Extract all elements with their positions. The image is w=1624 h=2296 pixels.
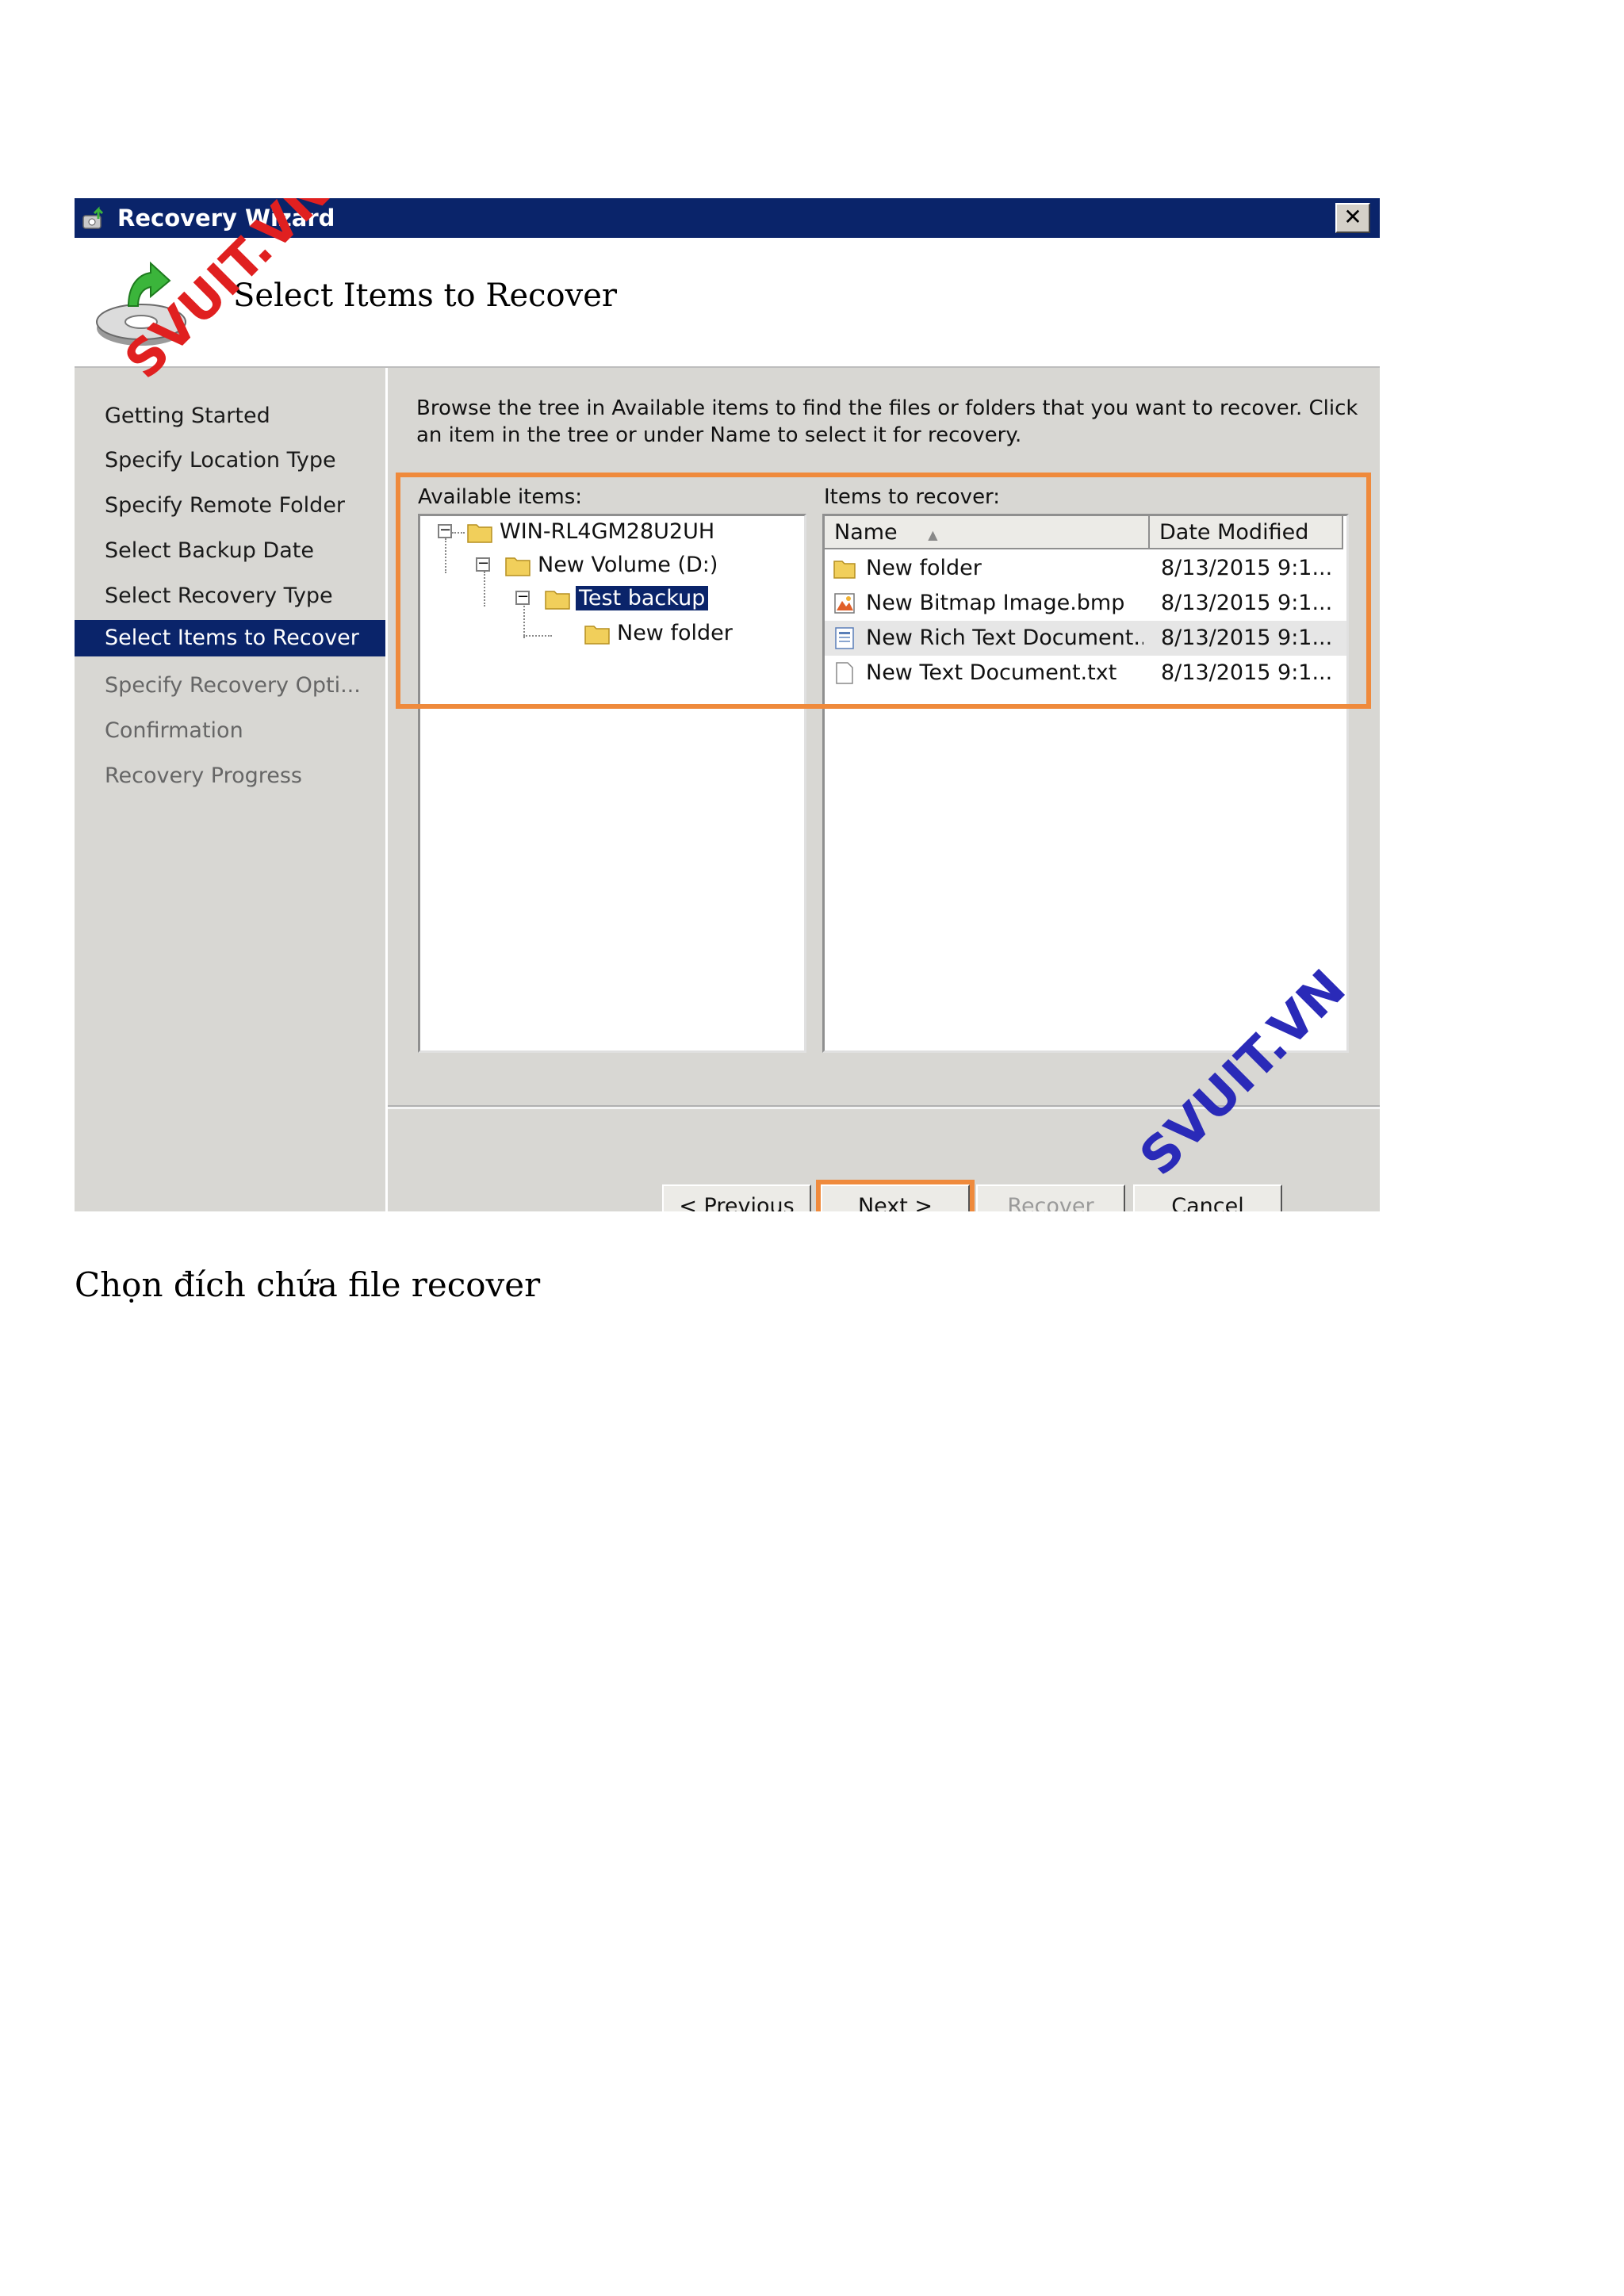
page-title: Select Items to Recover xyxy=(233,277,617,314)
volume-folder-icon xyxy=(505,557,530,576)
wizard-steps-nav: Getting Started Specify Location Type Sp… xyxy=(75,368,388,1211)
wizard-app-icon xyxy=(82,206,104,229)
tree-collapse-toggle[interactable]: − xyxy=(476,557,490,572)
tree-node-server[interactable]: WIN-RL4GM28U2UH xyxy=(500,516,714,548)
nav-step-recovery-progress: Recovery Progress xyxy=(105,763,302,788)
items-to-recover-label: Items to recover: xyxy=(824,485,1001,509)
list-item[interactable]: New Text Document.txt 8/13/2015 9:1... xyxy=(825,656,1346,691)
list-item[interactable]: New Bitmap Image.bmp 8/13/2015 9:1... xyxy=(825,586,1346,621)
items-to-recover-list[interactable]: Name ▲ Date Modified New folder 8/13/201… xyxy=(822,514,1349,1053)
server-folder-icon xyxy=(467,524,492,543)
folder-icon xyxy=(584,626,610,645)
nav-step-select-recovery-type[interactable]: Select Recovery Type xyxy=(75,578,385,614)
folder-icon xyxy=(833,561,856,579)
nav-step-specify-recovery-options: Specify Recovery Opti... xyxy=(105,673,361,698)
file-date: 8/13/2015 9:1... xyxy=(1161,660,1333,685)
nav-step-select-backup-date[interactable]: Select Backup Date xyxy=(75,533,385,569)
available-items-tree[interactable]: − WIN-RL4GM28U2UH − New Volume (D:) − Te… xyxy=(418,514,806,1053)
list-item[interactable]: New Rich Text Document... 8/13/2015 9:1.… xyxy=(825,621,1346,656)
tree-collapse-toggle[interactable]: − xyxy=(438,523,452,538)
tree-node-new-folder[interactable]: New folder xyxy=(617,618,733,649)
bitmap-file-icon xyxy=(834,593,855,614)
file-name: New Bitmap Image.bmp xyxy=(866,591,1125,615)
file-name: New folder xyxy=(866,556,982,580)
nav-step-confirmation: Confirmation xyxy=(105,718,243,743)
instructions-text: Browse the tree in Available items to fi… xyxy=(416,396,1358,447)
nav-step-specify-remote-folder[interactable]: Specify Remote Folder xyxy=(75,488,385,524)
file-date: 8/13/2015 9:1... xyxy=(1161,591,1333,615)
file-date: 8/13/2015 9:1... xyxy=(1161,626,1333,650)
file-name: New Text Document.txt xyxy=(866,660,1117,685)
tree-collapse-toggle[interactable]: − xyxy=(515,590,530,605)
close-button[interactable]: ✕ xyxy=(1335,203,1370,233)
previous-button[interactable]: < Previous xyxy=(662,1184,811,1211)
list-item[interactable]: New folder 8/13/2015 9:1... xyxy=(825,551,1346,586)
nav-step-select-items-to-recover[interactable]: Select Items to Recover xyxy=(75,620,385,656)
tree-node-test-backup[interactable]: Test backup xyxy=(576,583,709,614)
recovery-wizard-dialog: Recovery Wizard ✕ Select Items to Recove… xyxy=(75,198,1380,1211)
open-folder-icon xyxy=(545,591,570,610)
close-icon: ✕ xyxy=(1343,204,1362,230)
available-items-label: Available items: xyxy=(418,485,582,509)
next-button[interactable]: Next > xyxy=(821,1184,970,1211)
recover-button: Recover xyxy=(976,1184,1125,1211)
rich-text-file-icon xyxy=(835,627,854,649)
column-header-date-modified[interactable]: Date Modified xyxy=(1150,516,1343,549)
caption-text: Chọn đích chứa file recover xyxy=(75,1265,541,1304)
column-header-name[interactable]: Name ▲ xyxy=(825,516,1150,549)
file-date: 8/13/2015 9:1... xyxy=(1161,556,1333,580)
nav-step-getting-started[interactable]: Getting Started xyxy=(75,398,385,434)
nav-step-specify-location-type[interactable]: Specify Location Type xyxy=(75,442,385,479)
tree-node-new-volume[interactable]: New Volume (D:) xyxy=(538,549,718,581)
cancel-button[interactable]: Cancel xyxy=(1133,1184,1282,1211)
file-name: New Rich Text Document... xyxy=(866,626,1143,650)
text-file-icon xyxy=(836,662,853,684)
sort-ascending-icon: ▲ xyxy=(928,527,938,542)
